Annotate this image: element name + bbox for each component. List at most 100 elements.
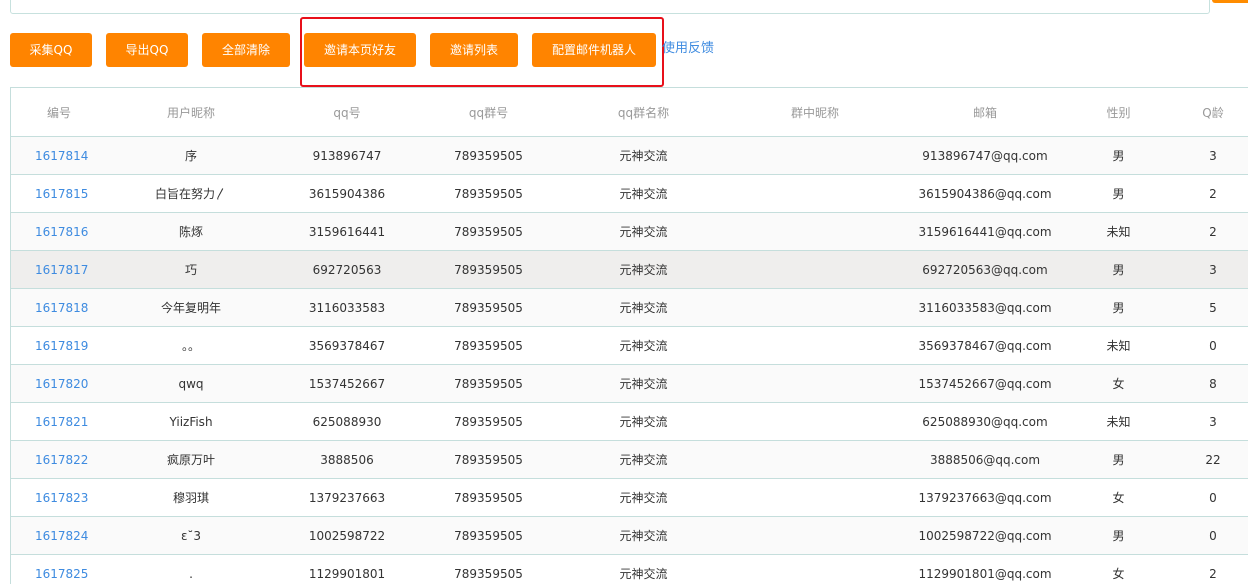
cell-qq-age: 3: [1167, 250, 1248, 289]
cell-email: 913896747@qq.com: [900, 136, 1070, 175]
cell-gender: 未知: [1070, 402, 1167, 441]
column-header-qq-number[interactable]: qq号: [274, 88, 420, 137]
cell-email: 692720563@qq.com: [900, 250, 1070, 289]
column-header-email[interactable]: 邮箱: [900, 88, 1070, 137]
cell-qq-number: 1379237663: [274, 478, 420, 517]
cell-nickname: 序: [108, 136, 274, 175]
cell-id[interactable]: 1617818: [11, 288, 108, 327]
table-row[interactable]: 1617815 白旨在努力〳 3615904386 789359505 元神交流 3615…: [11, 174, 1248, 213]
table-row[interactable]: 1617820 qwq 1537452667 789359505 元神交流 1537452…: [11, 364, 1248, 403]
cell-group-name: 元神交流: [557, 516, 730, 555]
cell-email: 1379237663@qq.com: [900, 478, 1070, 517]
table-row[interactable]: 1617814 序 913896747 789359505 元神交流 913896747@…: [11, 136, 1248, 175]
cell-email: 3569378467@qq.com: [900, 326, 1070, 365]
table-row[interactable]: 1617818 今年复明年 3116033583 789359505 元神交流 31160…: [11, 288, 1248, 327]
table-row[interactable]: 1617825. 1129901801 789359505 元神交流 112990180…: [11, 554, 1248, 584]
cell-gender: 女: [1070, 364, 1167, 403]
clear-all-button[interactable]: 全部清除: [202, 33, 290, 67]
cell-email: 625088930@qq.com: [900, 402, 1070, 441]
cell-group-number: 789359505: [420, 516, 557, 555]
cell-qq-age: 5: [1167, 288, 1248, 327]
cell-group-name: 元神交流: [557, 364, 730, 403]
cell-qq-age: 0: [1167, 478, 1248, 517]
cell-group-name: 元神交流: [557, 174, 730, 213]
qq-collector-page: 采集QQ 导出QQ 全部清除 邀请本页好友 邀请列表 配置邮件机器人 使用反馈 …: [0, 0, 1248, 584]
cell-gender: 男: [1070, 136, 1167, 175]
cell-email: 1002598722@qq.com: [900, 516, 1070, 555]
feedback-link[interactable]: 使用反馈: [662, 40, 714, 58]
cell-group-nickname: [730, 174, 900, 213]
cell-nickname: 穆羽琪: [108, 478, 274, 517]
cell-gender: 未知: [1070, 326, 1167, 365]
cell-group-name: 元神交流: [557, 250, 730, 289]
table-row[interactable]: 1617817 巧 692720563 789359505 元神交流 692720563@…: [11, 250, 1248, 289]
cell-nickname: .: [108, 554, 274, 584]
cell-email: 3159616441@qq.com: [900, 212, 1070, 251]
cell-id[interactable]: 1617814: [11, 136, 108, 175]
table-row[interactable]: 1617821 YiizFish 625088930 789359505 元神交流 625…: [11, 402, 1248, 441]
cell-qq-number: 3888506: [274, 440, 420, 479]
table-row[interactable]: 1617824 ε˘3 1002598722 789359505 元神交流 1002598…: [11, 516, 1248, 555]
table-row[interactable]: 1617816 陈烼 3159616441 789359505 元神交流 31596164…: [11, 212, 1248, 251]
cell-gender: 男: [1070, 516, 1167, 555]
cell-group-name: 元神交流: [557, 288, 730, 327]
cell-group-nickname: [730, 250, 900, 289]
cell-id[interactable]: 1617823: [11, 478, 108, 517]
column-header-gender[interactable]: 性别: [1070, 88, 1167, 137]
cell-id[interactable]: 1617816: [11, 212, 108, 251]
cell-nickname: YiizFish: [108, 402, 274, 441]
cell-group-number: 789359505: [420, 250, 557, 289]
cell-id[interactable]: 1617822: [11, 440, 108, 479]
top-search-button[interactable]: [1212, 0, 1248, 3]
cell-email: 3116033583@qq.com: [900, 288, 1070, 327]
cell-gender: 男: [1070, 174, 1167, 213]
column-header-id[interactable]: 编号: [11, 88, 108, 137]
cell-group-nickname: [730, 212, 900, 251]
table-row[interactable]: 1617823 穆羽琪 1379237663 789359505 元神交流 1379237…: [11, 478, 1248, 517]
cell-nickname: 巧: [108, 250, 274, 289]
cell-qq-age: 8: [1167, 364, 1248, 403]
cell-qq-age: 3: [1167, 402, 1248, 441]
column-header-nickname[interactable]: 用户昵称: [108, 88, 274, 137]
column-header-group-name[interactable]: qq群名称: [557, 88, 730, 137]
cell-nickname: ε˘3: [108, 516, 274, 555]
cell-id[interactable]: 1617815: [11, 174, 108, 213]
column-header-qq-age[interactable]: Q龄: [1167, 88, 1248, 137]
cell-group-number: 789359505: [420, 478, 557, 517]
collect-qq-button[interactable]: 采集QQ: [10, 33, 92, 67]
cell-qq-number: 692720563: [274, 250, 420, 289]
cell-qq-age: 2: [1167, 212, 1248, 251]
cell-qq-number: 3615904386: [274, 174, 420, 213]
cell-qq-number: 3116033583: [274, 288, 420, 327]
cell-qq-age: 0: [1167, 326, 1248, 365]
cell-qq-number: 625088930: [274, 402, 420, 441]
cell-nickname: 白旨在努力〳: [108, 174, 274, 213]
cell-group-nickname: [730, 326, 900, 365]
cell-id[interactable]: 1617817: [11, 250, 108, 289]
cell-id[interactable]: 1617825: [11, 554, 108, 584]
top-input-field[interactable]: [10, 0, 1210, 14]
cell-group-name: 元神交流: [557, 212, 730, 251]
table-row[interactable]: 1617819。。 3569378467 789359505 元神交流 35693784…: [11, 326, 1248, 365]
cell-qq-age: 2: [1167, 174, 1248, 213]
cell-id[interactable]: 1617819: [11, 326, 108, 365]
cell-gender: 未知: [1070, 212, 1167, 251]
cell-id[interactable]: 1617821: [11, 402, 108, 441]
table-row[interactable]: 1617822 疯原万叶 3888506 789359505 元神交流 3888506@q…: [11, 440, 1248, 479]
highlight-annotation-box: [300, 17, 664, 87]
cell-gender: 男: [1070, 288, 1167, 327]
cell-nickname: qwq: [108, 364, 274, 403]
cell-group-number: 789359505: [420, 136, 557, 175]
cell-nickname: 陈烼: [108, 212, 274, 251]
cell-qq-age: 3: [1167, 136, 1248, 175]
cell-nickname: 。。: [108, 326, 274, 365]
cell-group-nickname: [730, 136, 900, 175]
column-header-group-nickname[interactable]: 群中昵称: [730, 88, 900, 137]
cell-id[interactable]: 1617824: [11, 516, 108, 555]
cell-id[interactable]: 1617820: [11, 364, 108, 403]
export-qq-button[interactable]: 导出QQ: [106, 33, 188, 67]
cell-qq-number: 3159616441: [274, 212, 420, 251]
cell-qq-number: 3569378467: [274, 326, 420, 365]
column-header-group-number[interactable]: qq群号: [420, 88, 557, 137]
cell-group-number: 789359505: [420, 326, 557, 365]
